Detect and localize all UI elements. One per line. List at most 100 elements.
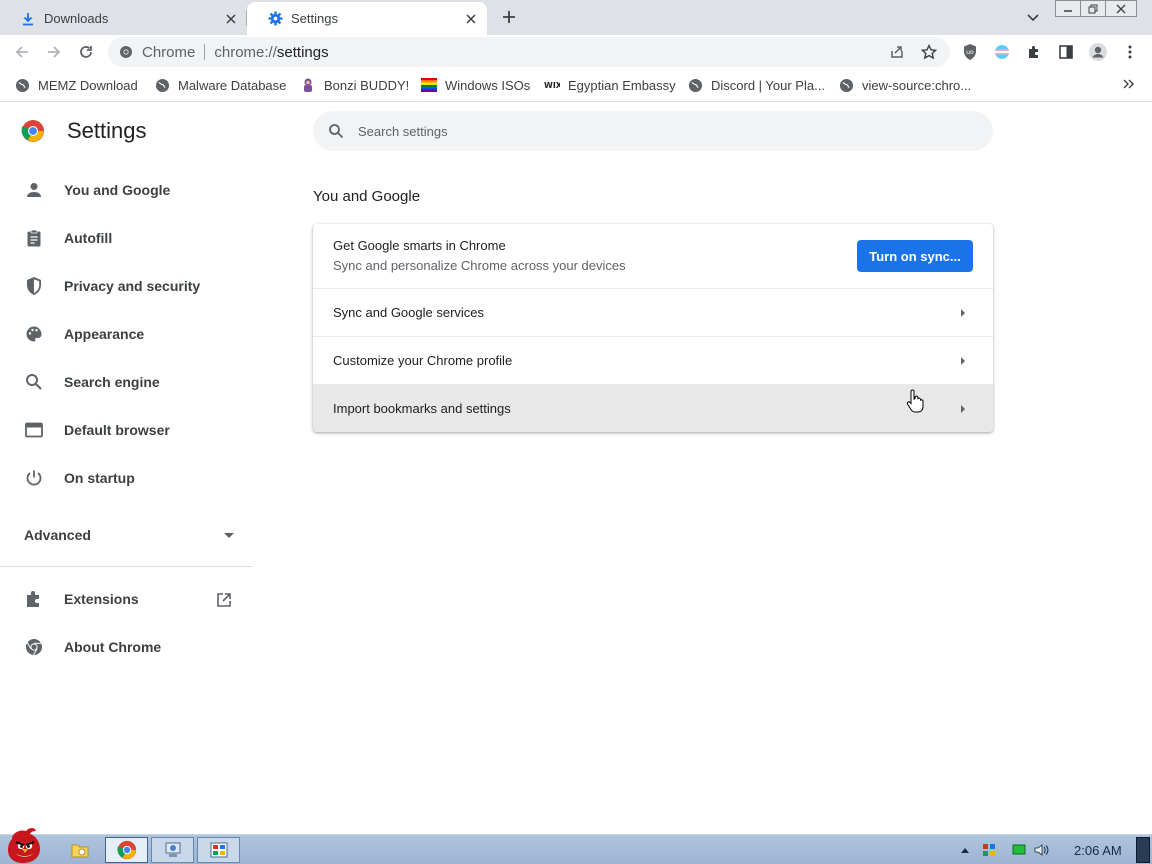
bookmarks-bar: MEMZ Download Malware Database Bonzi BUD… bbox=[0, 69, 1152, 100]
download-icon bbox=[20, 11, 36, 27]
profile-avatar[interactable] bbox=[1086, 40, 1110, 64]
flag-extension-icon[interactable] bbox=[990, 40, 1014, 64]
row-sync-google-services[interactable]: Sync and Google services bbox=[313, 288, 993, 336]
ublock-extension-icon[interactable]: uo bbox=[958, 40, 982, 64]
sidebar-item-default-browser[interactable]: Default browser bbox=[0, 410, 252, 450]
taskbar-app-button[interactable] bbox=[151, 837, 194, 863]
palette-icon bbox=[24, 324, 44, 344]
monitor-app-icon bbox=[165, 842, 180, 857]
search-input[interactable] bbox=[358, 123, 958, 139]
share-icon[interactable] bbox=[887, 42, 907, 62]
bookmark-egyptian-embassy[interactable]: WIX Egyptian Embassy bbox=[544, 75, 676, 95]
globe-icon bbox=[14, 77, 30, 93]
power-icon bbox=[24, 468, 44, 488]
sidebar-item-search-engine[interactable]: Search engine bbox=[0, 362, 252, 402]
side-panel-icon[interactable] bbox=[1054, 40, 1078, 64]
new-tab-button[interactable] bbox=[498, 6, 520, 28]
close-icon bbox=[1116, 4, 1126, 13]
sidebar-item-you-and-google[interactable]: You and Google bbox=[0, 170, 252, 210]
bookmark-bonzi-buddy[interactable]: Bonzi BUDDY! bbox=[300, 75, 409, 95]
bookmark-memz-download[interactable]: MEMZ Download bbox=[14, 75, 138, 95]
sidebar-item-label: About Chrome bbox=[64, 639, 162, 655]
sidebar-item-autofill[interactable]: Autofill bbox=[0, 218, 252, 258]
chrome-site-icon[interactable] bbox=[118, 44, 134, 60]
angry-bird-icon bbox=[8, 828, 40, 863]
toolbar: Chrome chrome://settings uo bbox=[0, 35, 1152, 69]
omnibox-url[interactable]: chrome://settings bbox=[214, 44, 328, 61]
bookmarks-overflow-button[interactable] bbox=[1120, 75, 1138, 93]
tab-settings[interactable]: Settings bbox=[247, 2, 487, 35]
bookmark-view-source[interactable]: view-source:chro... bbox=[838, 75, 971, 95]
window-controls bbox=[1055, 0, 1137, 18]
bookmark-windows-isos[interactable]: Windows ISOs bbox=[421, 75, 530, 95]
avatar-icon bbox=[1089, 43, 1107, 61]
bookmark-star-icon[interactable] bbox=[919, 42, 939, 62]
control-panel-icon bbox=[210, 842, 227, 858]
sidebar-item-label: Autofill bbox=[64, 230, 113, 246]
search-icon bbox=[327, 122, 345, 140]
extensions-puzzle-icon[interactable] bbox=[1022, 40, 1046, 64]
more-vert-icon bbox=[1128, 45, 1132, 59]
start-button[interactable] bbox=[4, 827, 50, 864]
row-label: Import bookmarks and settings bbox=[333, 401, 511, 416]
chrome-logo-icon bbox=[21, 119, 45, 143]
restore-button[interactable] bbox=[1080, 0, 1106, 17]
row-label: Customize your Chrome profile bbox=[333, 353, 513, 368]
back-arrow-icon bbox=[15, 46, 28, 58]
close-tab-icon[interactable] bbox=[461, 9, 481, 29]
bookmark-label: Discord | Your Pla... bbox=[711, 77, 825, 93]
chrome-icon bbox=[116, 840, 136, 860]
back-button[interactable] bbox=[10, 40, 34, 64]
network-icon[interactable] bbox=[1011, 842, 1027, 858]
tab-downloads[interactable]: Downloads bbox=[0, 2, 247, 35]
tray-expand-icon[interactable] bbox=[957, 842, 973, 858]
sidebar-item-label: Privacy and security bbox=[64, 278, 201, 294]
explorer-quicklaunch-icon[interactable] bbox=[70, 840, 90, 860]
rainbow-flag-icon bbox=[421, 77, 437, 93]
sync-promo: Get Google smarts in Chrome Sync and per… bbox=[313, 224, 993, 288]
sidebar-item-appearance[interactable]: Appearance bbox=[0, 314, 252, 354]
caret-down-icon bbox=[224, 526, 234, 544]
system-clock[interactable]: 2:06 AM bbox=[1074, 843, 1122, 858]
tab-search-button[interactable] bbox=[1023, 8, 1043, 28]
show-desktop-button[interactable] bbox=[1136, 837, 1150, 863]
wix-icon: WIX bbox=[544, 77, 560, 93]
sidebar-item-label: Search engine bbox=[64, 374, 160, 390]
sidebar-item-privacy-security[interactable]: Privacy and security bbox=[0, 266, 252, 306]
close-tab-icon[interactable] bbox=[221, 9, 241, 29]
sidebar-item-on-startup[interactable]: On startup bbox=[0, 458, 252, 498]
omnibox[interactable]: Chrome chrome://settings bbox=[108, 37, 950, 67]
open-in-new-icon[interactable] bbox=[214, 590, 234, 610]
hand-cursor-icon bbox=[906, 389, 924, 413]
close-window-button[interactable] bbox=[1105, 0, 1137, 17]
search-settings-box[interactable] bbox=[313, 111, 993, 151]
bonzi-icon bbox=[300, 77, 316, 93]
minimize-button[interactable] bbox=[1055, 0, 1081, 17]
taskbar-chrome-button[interactable] bbox=[105, 837, 148, 863]
browser-window-icon bbox=[24, 420, 44, 440]
omnibox-divider bbox=[204, 44, 206, 60]
row-import-bookmarks[interactable]: Import bookmarks and settings bbox=[313, 384, 993, 432]
tray-app-icon[interactable] bbox=[981, 842, 997, 858]
sidebar-item-about-chrome[interactable]: About Chrome bbox=[0, 627, 252, 667]
volume-icon[interactable] bbox=[1034, 842, 1050, 858]
forward-arrow-icon bbox=[48, 46, 61, 58]
sidebar-item-label: Appearance bbox=[64, 326, 145, 342]
menu-button[interactable] bbox=[1118, 40, 1142, 64]
bookmark-label: MEMZ Download bbox=[38, 77, 138, 93]
bookmark-malware-database[interactable]: Malware Database bbox=[154, 75, 286, 95]
row-customize-profile[interactable]: Customize your Chrome profile bbox=[313, 336, 993, 384]
arrow-right-icon bbox=[953, 399, 973, 419]
turn-on-sync-button[interactable]: Turn on sync... bbox=[857, 240, 973, 272]
sidebar-advanced-toggle[interactable]: Advanced bbox=[24, 524, 234, 546]
shield-icon bbox=[24, 276, 44, 296]
sync-title: Get Google smarts in Chrome bbox=[333, 238, 506, 253]
reload-button[interactable] bbox=[74, 40, 98, 64]
sidebar-divider bbox=[0, 566, 252, 567]
taskbar-app-button[interactable] bbox=[197, 837, 240, 863]
toolbar-divider bbox=[0, 101, 1152, 102]
bookmark-discord[interactable]: Discord | Your Pla... bbox=[687, 75, 825, 95]
advanced-label: Advanced bbox=[24, 527, 91, 543]
forward-button[interactable] bbox=[42, 40, 66, 64]
reload-icon bbox=[80, 46, 92, 58]
